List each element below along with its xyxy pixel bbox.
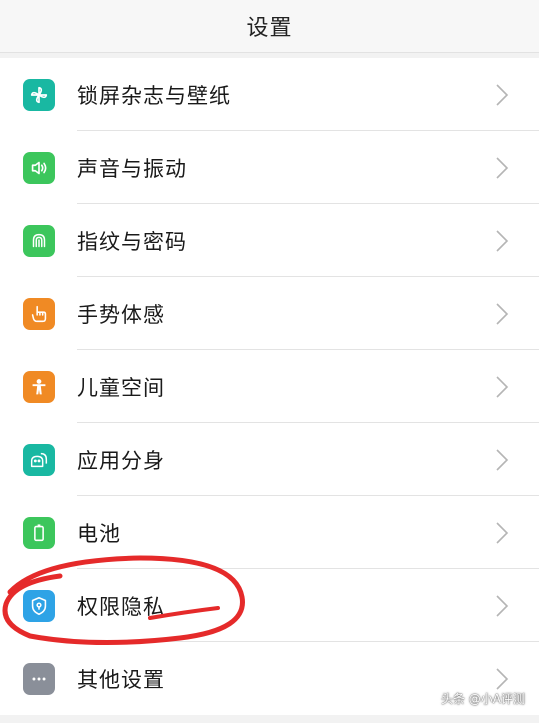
settings-item-label: 声音与振动 <box>77 156 187 181</box>
settings-item-label: 权限隐私 <box>77 594 165 619</box>
watermark: 头条 @小A评测 <box>440 692 525 706</box>
settings-item-label: 锁屏杂志与壁纸 <box>77 83 231 108</box>
settings-item-label: 儿童空间 <box>77 375 165 400</box>
chevron-right-icon <box>496 448 509 471</box>
shield-icon <box>23 589 55 622</box>
battery-icon <box>23 516 55 549</box>
android-icon <box>23 443 55 476</box>
settings-list: 锁屏杂志与壁纸 声音与振动 指纹与密码 手势体感 儿童空间 应用分身 电池 权限… <box>0 58 539 715</box>
settings-item-label: 应用分身 <box>77 448 165 473</box>
settings-item-sound-vibration[interactable]: 声音与振动 <box>0 131 539 204</box>
speaker-icon <box>23 151 55 184</box>
settings-item-label: 其他设置 <box>77 667 165 692</box>
chevron-right-icon <box>496 594 509 617</box>
chevron-right-icon <box>496 302 509 325</box>
settings-item-lockscreen-wallpaper[interactable]: 锁屏杂志与壁纸 <box>0 58 539 131</box>
settings-item-gestures[interactable]: 手势体感 <box>0 277 539 350</box>
settings-item-label: 手势体感 <box>77 302 165 327</box>
settings-item-permissions-privacy[interactable]: 权限隐私 <box>0 569 539 642</box>
chevron-right-icon <box>496 83 509 106</box>
settings-item-fingerprint-password[interactable]: 指纹与密码 <box>0 204 539 277</box>
chevron-right-icon <box>496 229 509 252</box>
settings-item-kids-space[interactable]: 儿童空间 <box>0 350 539 423</box>
chevron-right-icon <box>496 375 509 398</box>
fingerprint-icon <box>23 224 55 257</box>
chevron-right-icon <box>496 156 509 179</box>
child-icon <box>23 370 55 403</box>
chevron-right-icon <box>496 667 509 690</box>
settings-item-battery[interactable]: 电池 <box>0 496 539 569</box>
page-title: 设置 <box>246 16 293 41</box>
settings-item-app-clone[interactable]: 应用分身 <box>0 423 539 496</box>
settings-item-label: 指纹与密码 <box>77 229 187 254</box>
chevron-right-icon <box>496 521 509 544</box>
settings-item-label: 电池 <box>77 521 121 546</box>
hand-icon <box>23 297 55 330</box>
pinwheel-icon <box>23 78 55 111</box>
top-bar: 设置 <box>0 0 539 53</box>
more-icon <box>23 662 55 695</box>
